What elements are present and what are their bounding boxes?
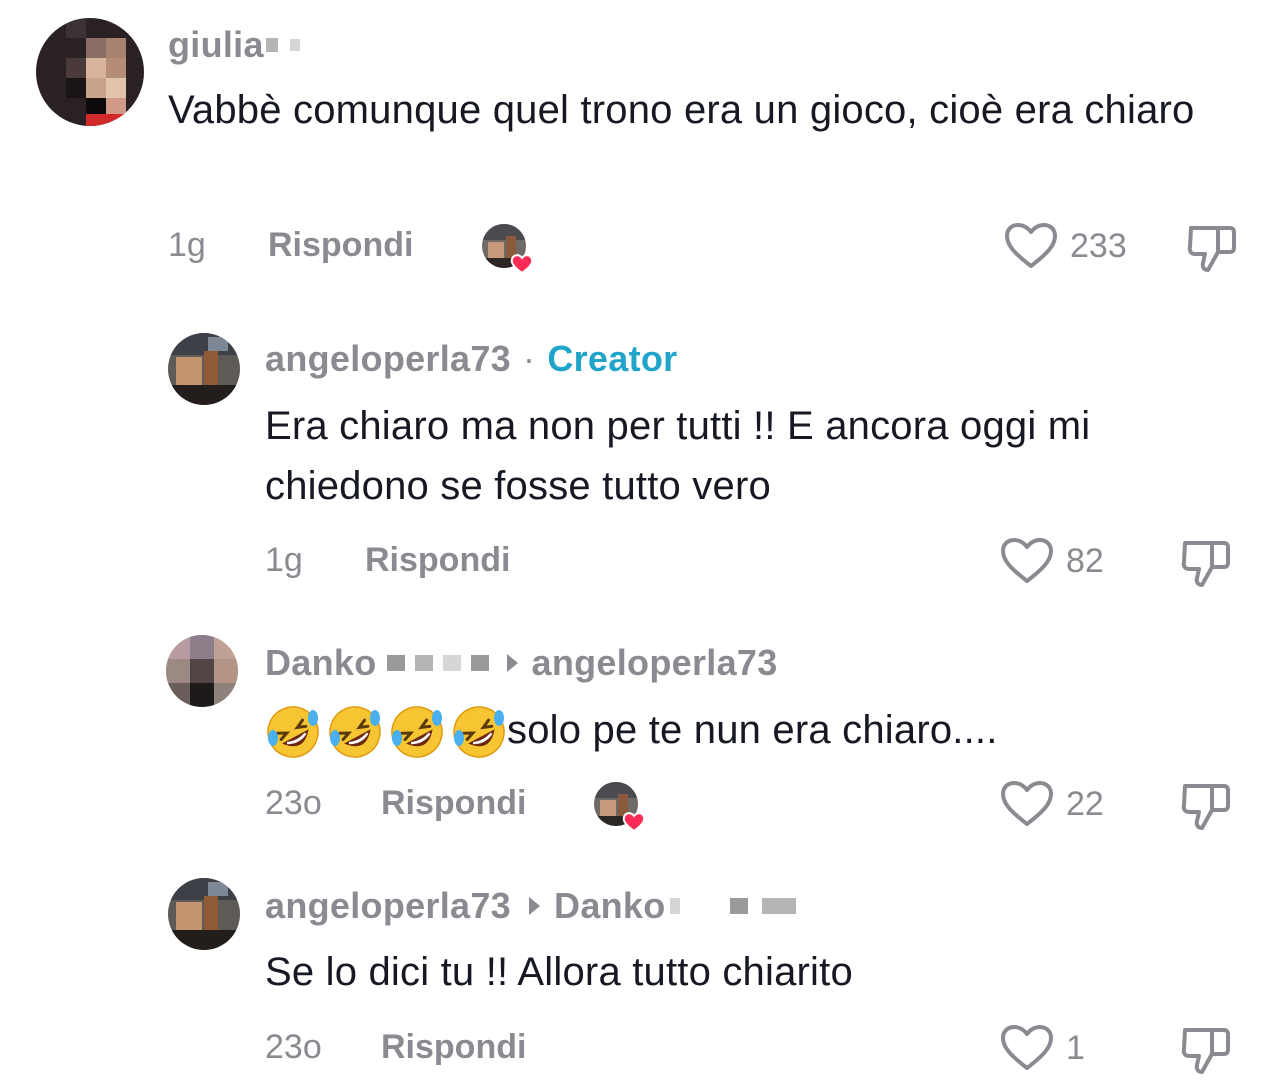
username[interactable]: giulia <box>168 24 264 66</box>
reply-to-username[interactable]: Danko <box>554 885 666 927</box>
comment-username-row: angeloperla73 Danko <box>265 885 796 927</box>
like-count: 233 <box>1070 226 1127 265</box>
rolling-laughing-emoji-icon <box>329 706 381 759</box>
comment-text: Se lo dici tu !! Allora tutto chiarito <box>265 950 853 994</box>
avatar[interactable] <box>168 333 240 405</box>
comment-text: Vabbè comunque quel trono era un gioco, … <box>168 88 1195 132</box>
liked-by-creator-icon <box>594 782 650 834</box>
username[interactable]: angeloperla73 <box>265 885 511 927</box>
like-count: 82 <box>1066 541 1104 580</box>
comment-meta: 23o Rispondi <box>265 1028 526 1067</box>
like-count: 22 <box>1066 784 1104 823</box>
dislike-icon[interactable] <box>1180 780 1232 832</box>
comment-time: 1g <box>168 226 206 264</box>
reply-arrow-icon <box>529 897 541 915</box>
redacted-mosaic <box>669 898 796 914</box>
comment-meta: 23o Rispondi <box>265 784 526 823</box>
dislike-icon[interactable] <box>1186 222 1238 274</box>
rolling-laughing-emoji-icon <box>453 706 505 759</box>
username[interactable]: Danko <box>265 642 377 684</box>
comment-username-row: angeloperla73 · Creator <box>265 338 677 380</box>
reply-button[interactable]: Rispondi <box>365 541 510 580</box>
heart-outline-icon <box>1001 781 1053 826</box>
comment-time: 23o <box>265 784 322 822</box>
reply-button[interactable]: Rispondi <box>381 1028 526 1067</box>
creator-badge: Creator <box>547 338 678 379</box>
comment-username-row: giulia <box>168 24 300 66</box>
avatar[interactable] <box>36 18 144 126</box>
like-button[interactable]: 82 <box>1000 537 1104 585</box>
comment-text: Era chiaro ma non per tutti !! E ancora … <box>265 404 1091 508</box>
rolling-laughing-emoji-icon <box>391 706 443 759</box>
comment-meta: 1g Rispondi <box>168 226 413 265</box>
dislike-icon[interactable] <box>1180 1024 1232 1076</box>
like-count: 1 <box>1066 1028 1085 1067</box>
heart-outline-icon <box>1005 223 1057 268</box>
reply-button[interactable]: Rispondi <box>268 226 413 265</box>
heart-outline-icon <box>1001 538 1053 583</box>
comment-text: solo pe te nun era chiaro.... <box>265 700 1255 760</box>
like-button[interactable]: 22 <box>1000 780 1104 828</box>
emoji-group <box>265 704 507 760</box>
redacted-mosaic <box>386 655 489 671</box>
avatar[interactable] <box>166 635 238 707</box>
heart-outline-icon <box>1001 1025 1053 1070</box>
reply-to-username[interactable]: angeloperla73 <box>532 642 778 684</box>
rolling-laughing-emoji-icon <box>267 706 319 759</box>
redacted-mosaic <box>265 38 300 52</box>
dislike-icon[interactable] <box>1180 537 1232 589</box>
comment-meta: 1g Rispondi <box>265 541 510 580</box>
avatar[interactable] <box>168 878 240 950</box>
liked-by-creator-icon <box>482 224 538 276</box>
reply-arrow-icon <box>506 654 518 672</box>
comment-time: 1g <box>265 541 303 579</box>
reply-button[interactable]: Rispondi <box>381 784 526 823</box>
separator-dot: · <box>523 338 536 379</box>
comment-text-body: solo pe te nun era chiaro.... <box>507 708 998 752</box>
comment-username-row: Danko angeloperla73 <box>265 642 778 684</box>
like-button[interactable]: 233 <box>1004 222 1127 270</box>
like-button[interactable]: 1 <box>1000 1024 1085 1072</box>
username[interactable]: angeloperla73 <box>265 338 511 380</box>
comment-time: 23o <box>265 1028 322 1066</box>
